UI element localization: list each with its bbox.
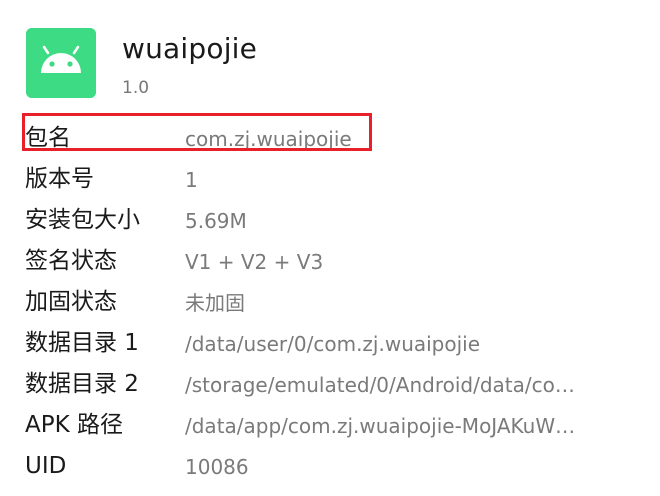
info-value[interactable]: 5.69M	[185, 207, 247, 235]
app-name: wuaipojie	[122, 32, 258, 65]
info-row-uid: UID 10086	[0, 447, 660, 488]
info-row-signature-status: 签名状态 V1 + V2 + V3	[0, 242, 660, 283]
info-value[interactable]: 未加固	[185, 289, 245, 317]
app-version: 1.0	[122, 78, 150, 98]
info-label: APK 路径	[25, 412, 123, 438]
info-row-data-dir-2: 数据目录 2 /storage/emulated/0/Android/data/…	[0, 365, 660, 406]
info-value[interactable]: /data/app/com.zj.wuaipojie-MoJAKuW…	[185, 412, 575, 440]
android-icon	[26, 28, 96, 98]
info-row-apk-path: APK 路径 /data/app/com.zj.wuaipojie-MoJAKu…	[0, 406, 660, 447]
info-value[interactable]: 1	[185, 166, 198, 194]
info-label: 安装包大小	[25, 207, 140, 233]
info-label: 数据目录 2	[25, 371, 139, 397]
info-value[interactable]: com.zj.wuaipojie	[185, 125, 352, 153]
app-info-list: 包名 com.zj.wuaipojie 版本号 1 安装包大小 5.69M 签名…	[0, 119, 660, 488]
app-header: wuaipojie 1.0	[26, 28, 626, 100]
info-label: 数据目录 1	[25, 330, 139, 356]
info-label: 签名状态	[25, 248, 117, 274]
info-value[interactable]: /storage/emulated/0/Android/data/co…	[185, 371, 575, 399]
info-label: 版本号	[25, 166, 94, 192]
info-row-hardening-status: 加固状态 未加固	[0, 283, 660, 324]
info-row-package-name: 包名 com.zj.wuaipojie	[0, 119, 660, 160]
info-label: 加固状态	[25, 289, 117, 315]
info-row-package-size: 安装包大小 5.69M	[0, 201, 660, 242]
info-value[interactable]: 10086	[185, 453, 249, 481]
info-label: 包名	[25, 125, 71, 151]
info-row-version-code: 版本号 1	[0, 160, 660, 201]
info-value[interactable]: /data/user/0/com.zj.wuaipojie	[185, 330, 480, 358]
info-row-data-dir-1: 数据目录 1 /data/user/0/com.zj.wuaipojie	[0, 324, 660, 365]
app-info-page: wuaipojie 1.0 包名 com.zj.wuaipojie 版本号 1 …	[0, 0, 660, 496]
info-value[interactable]: V1 + V2 + V3	[185, 248, 323, 276]
info-label: UID	[25, 453, 67, 479]
